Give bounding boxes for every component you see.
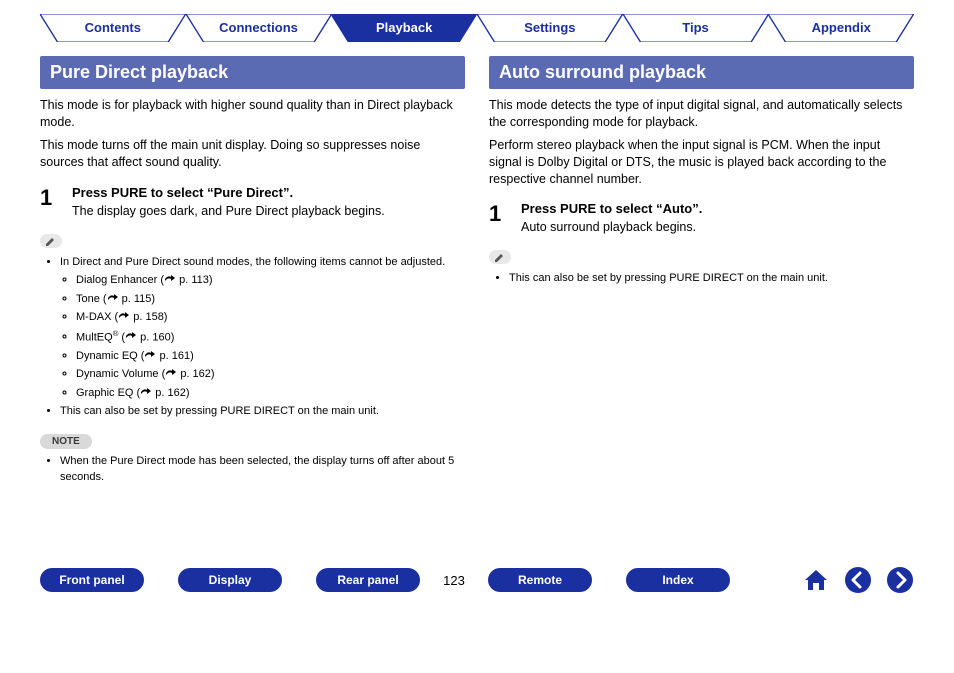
top-tabs: Contents Connections Playback Settings Tips A…	[40, 14, 914, 42]
step-1: 1 Press PURE to select “Auto”. Auto surr…	[489, 201, 914, 234]
page-number: 123	[434, 573, 474, 588]
list-item: Dynamic EQ ( p. 161)	[76, 348, 465, 365]
tab-playback[interactable]: Playback	[331, 14, 477, 42]
step-number: 1	[489, 201, 509, 234]
list-item: Dynamic Volume ( p. 162)	[76, 366, 465, 383]
list-item: M-DAX ( p. 158)	[76, 309, 465, 326]
remote-button[interactable]: Remote	[488, 568, 592, 592]
step-text: The display goes dark, and Pure Direct p…	[72, 204, 465, 218]
tab-label: Settings	[524, 20, 575, 35]
list-item: Graphic EQ ( p. 162)	[76, 385, 465, 402]
step-text: Auto surround playback begins.	[521, 220, 914, 234]
tab-label: Contents	[85, 20, 141, 35]
list-item: This can also be set by pressing PURE DI…	[60, 403, 465, 420]
tab-label: Tips	[682, 20, 709, 35]
paragraph: This mode detects the type of input digi…	[489, 97, 914, 131]
display-button[interactable]: Display	[178, 568, 282, 592]
pencil-icon	[40, 234, 62, 248]
list-item: MultEQ® ( p. 160)	[76, 328, 465, 346]
tab-tips[interactable]: Tips	[623, 14, 769, 42]
home-icon[interactable]	[802, 566, 830, 594]
step-number: 1	[40, 185, 60, 218]
tab-contents[interactable]: Contents	[40, 14, 186, 42]
notes-list: This can also be set by pressing PURE DI…	[497, 270, 914, 287]
index-button[interactable]: Index	[626, 568, 730, 592]
note-label: NOTE	[40, 434, 92, 449]
next-icon[interactable]	[886, 566, 914, 594]
note-list: When the Pure Direct mode has been selec…	[48, 453, 465, 486]
section-heading-pure-direct: Pure Direct playback	[40, 56, 465, 89]
list-item: Tone ( p. 115)	[76, 291, 465, 308]
list-item: When the Pure Direct mode has been selec…	[60, 453, 465, 486]
step-1: 1 Press PURE to select “Pure Direct”. Th…	[40, 185, 465, 218]
tab-appendix[interactable]: Appendix	[768, 14, 914, 42]
tab-settings[interactable]: Settings	[477, 14, 623, 42]
paragraph: This mode turns off the main unit displa…	[40, 137, 465, 171]
front-panel-button[interactable]: Front panel	[40, 568, 144, 592]
tab-label: Appendix	[812, 20, 871, 35]
list-item: Dialog Enhancer ( p. 113)	[76, 272, 465, 289]
tab-label: Connections	[219, 20, 298, 35]
right-column: Auto surround playback This mode detects…	[489, 56, 914, 556]
list-item: This can also be set by pressing PURE DI…	[509, 270, 914, 287]
footer-nav: Front panel Display Rear panel 123 Remote I…	[40, 566, 914, 594]
tab-label: Playback	[376, 20, 432, 35]
step-title: Press PURE to select “Pure Direct”.	[72, 185, 465, 200]
paragraph: This mode is for playback with higher so…	[40, 97, 465, 131]
section-heading-auto-surround: Auto surround playback	[489, 56, 914, 89]
tab-connections[interactable]: Connections	[186, 14, 332, 42]
prev-icon[interactable]	[844, 566, 872, 594]
list-item: In Direct and Pure Direct sound modes, t…	[60, 254, 465, 402]
paragraph: Perform stereo playback when the input s…	[489, 137, 914, 188]
left-column: Pure Direct playback This mode is for pl…	[40, 56, 465, 556]
rear-panel-button[interactable]: Rear panel	[316, 568, 420, 592]
step-title: Press PURE to select “Auto”.	[521, 201, 914, 216]
notes-list: In Direct and Pure Direct sound modes, t…	[48, 254, 465, 420]
pencil-icon	[489, 250, 511, 264]
